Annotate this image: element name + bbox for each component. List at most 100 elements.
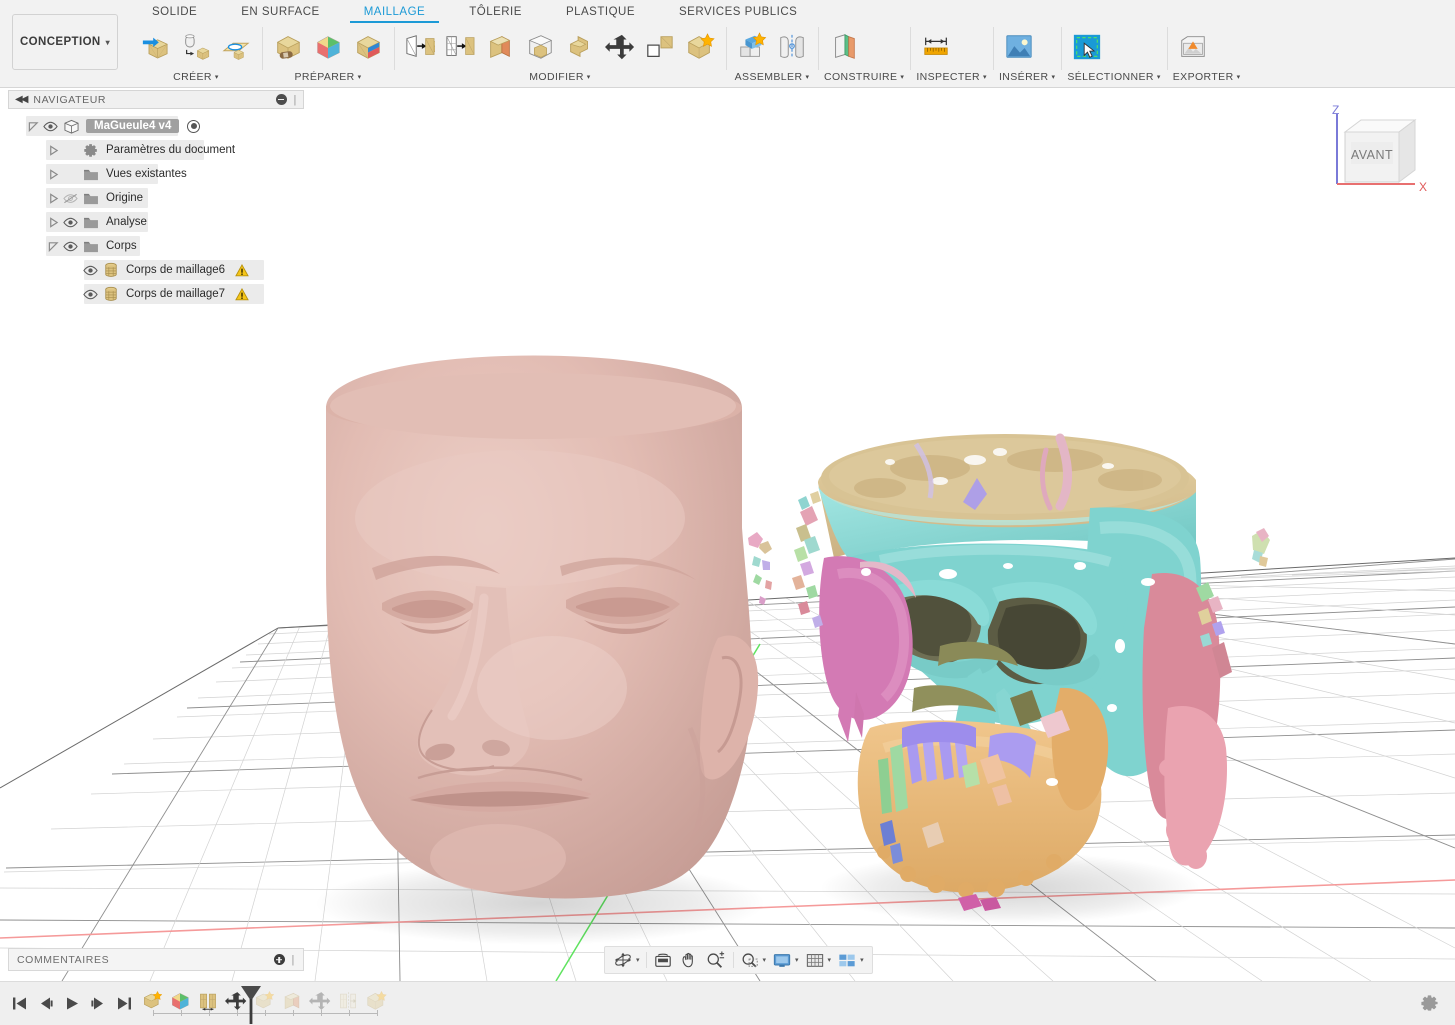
chevron-collapsed-icon[interactable] [46, 167, 60, 181]
ribbon-tab-maillage[interactable]: MAILLAGE [342, 0, 448, 23]
export-mesh-icon[interactable] [1173, 25, 1213, 69]
feature-mesh-plane-cut[interactable] [280, 986, 304, 1016]
mesh-remesh-icon[interactable] [348, 25, 388, 69]
comments-panel[interactable]: COMMENTAIRES | [8, 948, 304, 971]
display-mode-icon[interactable]: ▾ [769, 948, 802, 972]
tree-item-analyse[interactable]: Analyse [8, 210, 304, 234]
eye-visible-icon[interactable] [80, 262, 100, 278]
mesh-create-icon[interactable] [136, 25, 176, 69]
select-window-icon[interactable] [1067, 25, 1107, 69]
zoom-icon[interactable] [702, 948, 730, 972]
panel-label-text: CRÉER [173, 71, 212, 83]
step-back-button[interactable] [34, 988, 58, 1018]
panel-label[interactable]: ASSEMBLER ▾ [732, 69, 812, 85]
mesh-shell-icon[interactable] [520, 25, 560, 69]
mesh-refine-icon[interactable] [440, 25, 480, 69]
viewports-layout-icon[interactable]: ▾ [834, 948, 867, 972]
go-to-end-button[interactable] [112, 988, 136, 1018]
panel-label[interactable]: INSPECTER ▾ [916, 69, 987, 85]
navigator-header[interactable]: ◀◀ NAVIGATEUR | [8, 90, 304, 109]
panel-label[interactable]: MODIFIER ▾ [400, 69, 720, 85]
gear-icon [80, 142, 102, 158]
orbit-icon[interactable]: ▾ [610, 948, 643, 972]
timeline-tick [349, 1010, 350, 1016]
eye-hidden-icon[interactable] [60, 190, 80, 206]
play-button[interactable] [60, 988, 84, 1018]
tree-item-vues-existantes[interactable]: Vues existantes [8, 162, 304, 186]
timeline-playback-controls [8, 988, 136, 1018]
mesh-segment-icon[interactable] [308, 25, 348, 69]
tree-item-corps-de-maillage6[interactable]: Corps de maillage6 [8, 258, 304, 282]
tree-item-corps-de-maillage7[interactable]: Corps de maillage7 [8, 282, 304, 306]
feature-mesh-mirror[interactable] [336, 986, 360, 1016]
grip-handle-icon[interactable]: | [294, 94, 297, 106]
panel-label[interactable]: EXPORTER ▾ [1173, 69, 1241, 85]
mesh-merge-icon[interactable] [680, 25, 720, 69]
insert-image-icon[interactable] [999, 25, 1039, 69]
feature-mesh-segment[interactable] [168, 986, 192, 1016]
eye-visible-icon[interactable] [80, 286, 100, 302]
eye-visible-icon[interactable] [40, 118, 60, 134]
panel-label[interactable]: CONSTRUIRE ▾ [824, 69, 904, 85]
panel-label[interactable]: CRÉER ▾ [136, 69, 256, 85]
chevron-collapsed-icon[interactable] [46, 143, 60, 157]
grid-snaps-icon[interactable]: ▾ [802, 948, 835, 972]
step-forward-button[interactable] [86, 988, 110, 1018]
ribbon-tab-plastique[interactable]: PLASTIQUE [544, 0, 657, 23]
activate-component-radio[interactable] [187, 119, 201, 133]
ribbon-tab-solide[interactable]: SOLIDE [130, 0, 219, 23]
mesh-face-group-icon[interactable] [640, 25, 680, 69]
measure-ruler-icon[interactable] [916, 25, 956, 69]
go-to-beginning-button[interactable] [8, 988, 32, 1018]
tree-item-corps[interactable]: Corps [8, 234, 304, 258]
assemble-new-component-icon[interactable] [732, 25, 772, 69]
panel-label-text: CONSTRUIRE [824, 71, 898, 83]
timeline-playhead[interactable] [238, 982, 264, 1025]
tree-item-param-tres-du-document[interactable]: Paramètres du document [8, 138, 304, 162]
construct-plane-icon[interactable] [824, 25, 864, 69]
fit-zoom-window-icon[interactable]: ▾ [737, 948, 770, 972]
view-cube[interactable]: AVANT Z X [1315, 98, 1435, 208]
feature-mesh-move-2[interactable] [308, 986, 332, 1016]
mesh-convert-icon[interactable] [176, 25, 216, 69]
mesh-plane-cut-icon[interactable] [480, 25, 520, 69]
grip-handle-icon[interactable]: | [292, 954, 295, 966]
feature-mesh-merge[interactable] [364, 986, 388, 1016]
chevron-collapsed-icon[interactable] [46, 191, 60, 205]
mesh-move-icon[interactable] [600, 25, 640, 69]
tree-item-origine[interactable]: Origine [8, 186, 304, 210]
display-settings-icon[interactable] [650, 948, 676, 972]
panel-label[interactable]: INSÉRER ▾ [999, 69, 1055, 85]
workspace-switcher-button[interactable]: CONCEPTION ▾ [12, 14, 118, 70]
chevron-down-icon: ▾ [214, 74, 219, 81]
ribbon-tab-services-publics[interactable]: SERVICES PUBLICS [657, 0, 819, 23]
eye-visible-icon[interactable] [60, 238, 80, 254]
panel-label-text: INSÉRER [998, 71, 1049, 83]
assemble-joint-icon[interactable] [772, 25, 812, 69]
ribbon-tab-tôlerie[interactable]: TÔLERIE [447, 0, 544, 23]
collapse-left-icon[interactable]: ◀◀ [15, 94, 28, 105]
chevron-expanded-icon[interactable] [46, 239, 60, 253]
chevron-expanded-icon[interactable] [26, 119, 40, 133]
panel-label[interactable]: SÉLECTIONNER ▾ [1067, 69, 1160, 85]
tree-item-magueule4-v4[interactable]: MaGueule4 v4 [8, 114, 304, 138]
warning-icon[interactable] [235, 263, 249, 277]
feature-mesh-split[interactable] [196, 986, 220, 1016]
mesh-repair-icon[interactable] [268, 25, 308, 69]
feature-mesh-insert[interactable] [140, 986, 164, 1016]
minimize-icon[interactable] [275, 94, 287, 105]
mesh-combine-icon[interactable] [560, 25, 600, 69]
mesh-plane-icon[interactable] [216, 25, 256, 69]
add-comment-icon[interactable] [273, 954, 285, 965]
panel-label[interactable]: PRÉPARER ▾ [268, 69, 388, 85]
pan-hand-icon[interactable] [676, 948, 702, 972]
gear-icon[interactable] [1421, 994, 1439, 1017]
timeline-tick [321, 1010, 322, 1016]
chevron-collapsed-icon[interactable] [46, 215, 60, 229]
eye-visible-icon[interactable] [60, 214, 80, 230]
mesh-reduce-icon[interactable] [400, 25, 440, 69]
warning-icon[interactable] [235, 287, 249, 301]
ribbon-tab-en-surface[interactable]: EN SURFACE [219, 0, 342, 23]
